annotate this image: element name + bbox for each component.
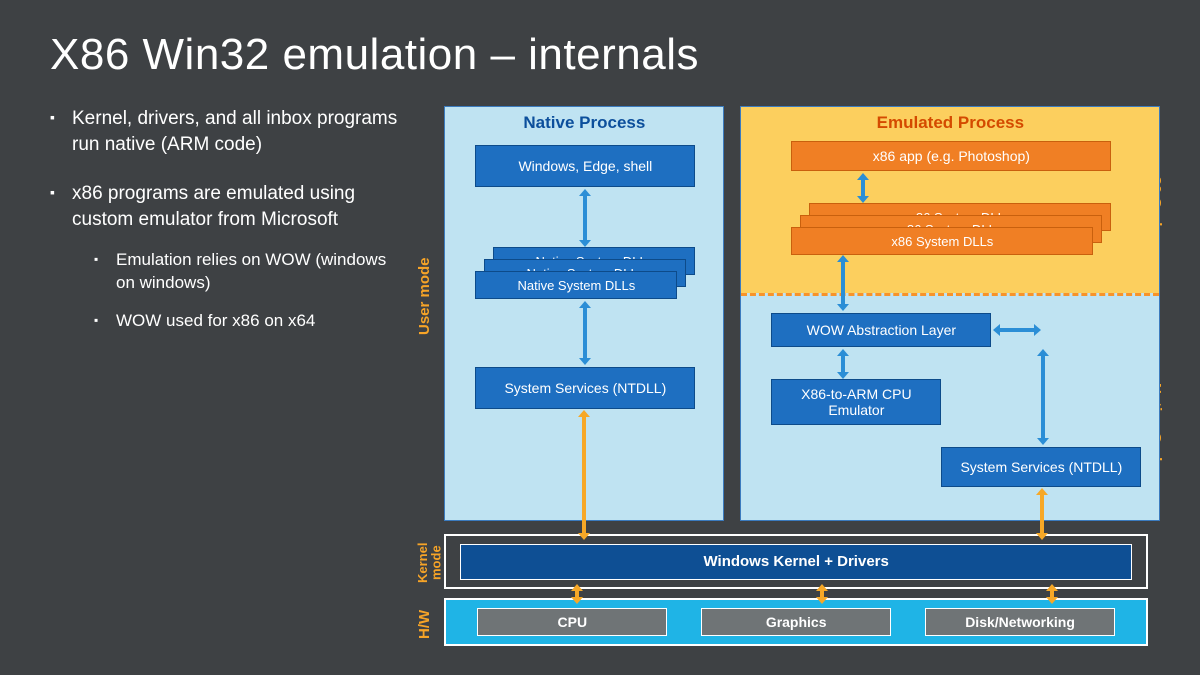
slide-title: X86 Win32 emulation – internals xyxy=(50,30,1160,80)
arrow-kernel-disk xyxy=(1050,590,1054,598)
native-dlls-1: Native System DLLs xyxy=(475,271,677,299)
hw-disk: Disk/Networking xyxy=(925,608,1115,636)
hw-row: CPU Graphics Disk/Networking xyxy=(444,598,1148,646)
hw-cpu: CPU xyxy=(477,608,667,636)
native-apps-box: Windows, Edge, shell xyxy=(475,145,695,187)
bullet-2: x86 programs are emulated using custom e… xyxy=(50,181,400,333)
kernel-box: Windows Kernel + Drivers xyxy=(460,544,1132,580)
label-kernel-mode: Kernel mode xyxy=(416,538,443,588)
arrow-native-app-dll xyxy=(583,195,587,241)
bullet-1: Kernel, drivers, and all inbox programs … xyxy=(50,106,400,157)
arrow-wow-emu xyxy=(841,355,845,373)
arrow-x86app-dll xyxy=(861,179,865,197)
emulated-header: Emulated Process xyxy=(741,107,1159,137)
kernel-row: Windows Kernel + Drivers xyxy=(444,534,1148,589)
architecture-diagram: User mode Kernel mode H/W x86 Code Nativ… xyxy=(420,106,1160,646)
native-header: Native Process xyxy=(445,107,723,137)
wow-layer-box: WOW Abstraction Layer xyxy=(771,313,991,347)
emulated-divider xyxy=(741,293,1159,296)
arrow-native-dll-ntdll xyxy=(583,307,587,359)
cpu-emulator-box: X86-to-ARM CPU Emulator xyxy=(771,379,941,425)
arrow-x86dll-wow xyxy=(841,261,845,305)
hw-gfx: Graphics xyxy=(701,608,891,636)
x86-dlls-1: x86 System DLLs xyxy=(791,227,1093,255)
emulated-ntdll-box: System Services (NTDLL) xyxy=(941,447,1141,487)
arrow-kernel-gfx xyxy=(820,590,824,598)
arrow-dash-right xyxy=(999,328,1035,332)
bullet-2-text: x86 programs are emulated using custom e… xyxy=(72,183,355,230)
arrow-kernel-cpu xyxy=(575,590,579,598)
native-ntdll-box: System Services (NTDLL) xyxy=(475,367,695,409)
bullet-2b: WOW used for x86 on x64 xyxy=(72,310,400,333)
x86-dlls-stack: x86 System DLLs x86 System DLLs x86 Syst… xyxy=(791,203,1111,255)
bullet-list: Kernel, drivers, and all inbox programs … xyxy=(50,106,400,646)
label-hw: H/W xyxy=(416,604,433,644)
bullet-2a: Emulation relies on WOW (windows on wind… xyxy=(72,249,400,295)
native-dlls-stack: Native System DLLs Native System DLLs Na… xyxy=(475,247,695,299)
arrow-emul-to-kernel xyxy=(1040,494,1044,534)
x86-app-box: x86 app (e.g. Photoshop) xyxy=(791,141,1111,171)
arrow-native-to-kernel xyxy=(582,416,586,534)
emulated-process-panel: Emulated Process x86 app (e.g. Photoshop… xyxy=(740,106,1160,521)
label-user-mode: User mode xyxy=(416,206,433,386)
arrow-wow-ntdll xyxy=(1041,355,1045,439)
